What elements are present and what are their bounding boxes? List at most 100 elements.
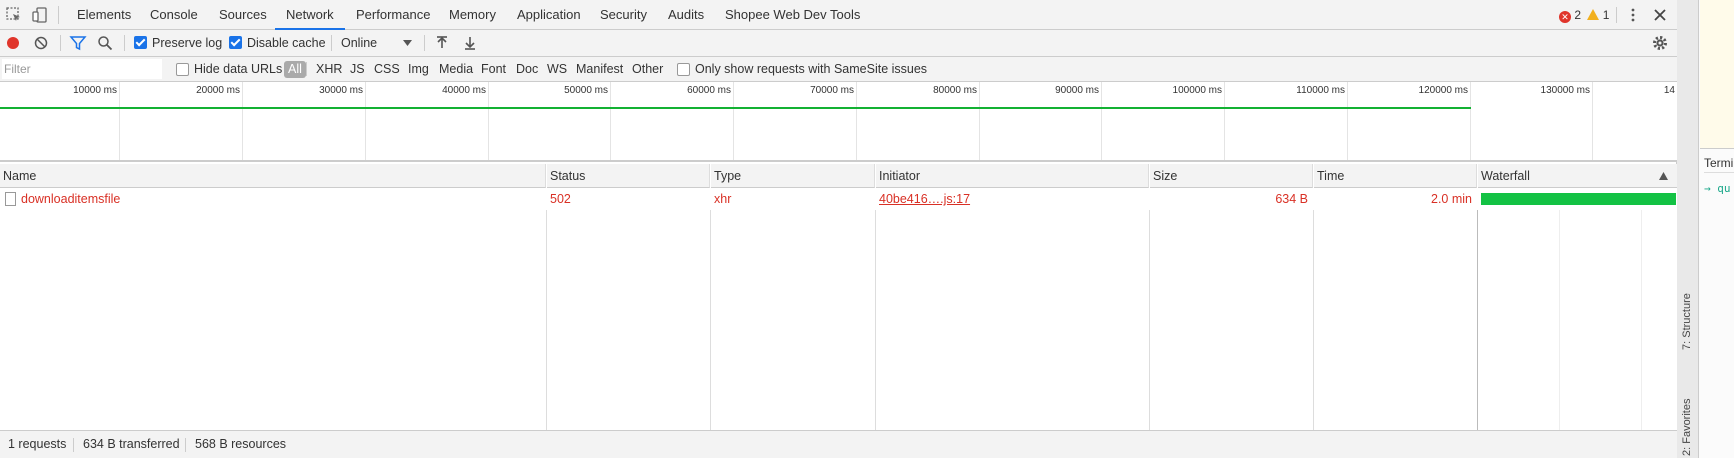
grid-line [365, 82, 366, 160]
tab-console[interactable]: Console [150, 0, 198, 30]
samesite-label[interactable]: Only show requests with SameSite issues [695, 57, 927, 81]
column-header-size[interactable]: Size [1150, 164, 1313, 188]
request-name[interactable]: downloaditemsfile [21, 188, 541, 210]
disable-cache-label[interactable]: Disable cache [247, 30, 326, 56]
inspect-element-icon[interactable] [5, 6, 23, 24]
request-time: 2.0 min [1431, 192, 1472, 206]
preserve-log-checkbox[interactable] [134, 36, 147, 49]
network-overview[interactable]: 10000 ms 20000 ms 30000 ms 40000 ms 5000… [0, 82, 1677, 162]
network-status-bar: 1 requests 634 B transferred 568 B resou… [0, 430, 1677, 458]
search-icon[interactable] [96, 34, 114, 52]
tab-memory[interactable]: Memory [449, 0, 496, 30]
dropdown-arrow-icon [403, 40, 412, 46]
tick-label: 120000 ms [1418, 85, 1468, 96]
grid-line [610, 82, 611, 160]
request-size: 634 B [1275, 192, 1308, 206]
terminal-prompt: → qu [1704, 182, 1731, 195]
divider [1700, 148, 1734, 149]
tick-label: 14 [1663, 85, 1675, 96]
filter-type-js[interactable]: JS [350, 57, 365, 81]
throttle-value: Online [341, 36, 378, 50]
divider [73, 438, 74, 452]
waterfall-bar[interactable] [1481, 193, 1676, 205]
grid-line [856, 82, 857, 160]
tab-performance[interactable]: Performance [356, 0, 430, 30]
filter-icon[interactable] [69, 34, 87, 52]
filter-type-other[interactable]: Other [632, 57, 663, 81]
throttle-select[interactable]: Online [340, 30, 418, 56]
editor-area [1700, 0, 1734, 148]
waterfall-grid-line [1641, 188, 1642, 430]
clear-icon[interactable] [32, 34, 50, 52]
favorites-tool-tab[interactable]: 2: Favorites [1681, 399, 1693, 456]
filter-type-img[interactable]: Img [408, 57, 429, 81]
tab-network[interactable]: Network [275, 0, 345, 30]
filter-input[interactable] [2, 59, 162, 79]
terminal-tab-label[interactable]: Termi [1704, 156, 1733, 170]
import-har-icon[interactable] [433, 34, 451, 52]
filter-type-all[interactable]: All [284, 61, 306, 78]
divider [185, 438, 186, 452]
tab-sources[interactable]: Sources [219, 0, 267, 30]
filter-type-css[interactable]: CSS [374, 57, 400, 81]
tick-label: 60000 ms [687, 85, 731, 96]
tick-label: 50000 ms [564, 85, 608, 96]
issues-counter[interactable]: ✕ 2 1 [1559, 8, 1609, 23]
tick-label: 30000 ms [319, 85, 363, 96]
disable-cache-checkbox[interactable] [229, 36, 242, 49]
divider [424, 35, 425, 51]
hide-data-urls-checkbox[interactable] [176, 63, 189, 76]
resources-size: 568 B resources [195, 437, 287, 451]
preserve-log-label[interactable]: Preserve log [152, 30, 222, 56]
export-har-icon[interactable] [461, 34, 479, 52]
sort-ascending-icon[interactable] [1659, 172, 1668, 180]
tick-label: 40000 ms [442, 85, 486, 96]
filter-type-ws[interactable]: WS [547, 57, 567, 81]
column-divider [546, 188, 547, 430]
tab-security[interactable]: Security [600, 0, 647, 30]
tick-label: 70000 ms [810, 85, 854, 96]
divider [60, 35, 61, 51]
filter-type-xhr[interactable]: XHR [316, 57, 342, 81]
record-icon[interactable] [4, 34, 22, 52]
column-header-waterfall[interactable]: Waterfall [1478, 164, 1677, 188]
tick-label: 110000 ms [1296, 85, 1345, 96]
column-divider [1477, 188, 1478, 430]
filter-type-manifest[interactable]: Manifest [576, 57, 623, 81]
devtools-tab-bar: Elements Console Sources Network Perform… [0, 0, 1677, 30]
divider [1616, 7, 1617, 23]
column-divider [875, 188, 876, 430]
tab-shopee-web-dev-tools[interactable]: Shopee Web Dev Tools [725, 0, 860, 30]
close-icon[interactable] [1651, 6, 1669, 24]
transferred-size: 634 B transferred [83, 437, 180, 451]
column-header-time[interactable]: Time [1314, 164, 1477, 188]
tab-elements[interactable]: Elements [77, 0, 131, 30]
request-count: 1 requests [8, 437, 67, 451]
device-toolbar-icon[interactable] [31, 6, 49, 24]
tool-window-strip: 7: Structure 2: Favorites [1677, 0, 1699, 458]
column-header-name[interactable]: Name [0, 164, 546, 188]
tick-label: 10000 ms [73, 85, 117, 96]
filter-type-font[interactable]: Font [481, 57, 506, 81]
tab-application[interactable]: Application [517, 0, 581, 30]
filter-type-media[interactable]: Media [439, 57, 473, 81]
filter-type-doc[interactable]: Doc [516, 57, 538, 81]
warning-icon [1587, 9, 1600, 20]
tick-label: 80000 ms [933, 85, 977, 96]
divider [124, 35, 125, 51]
request-initiator-link[interactable]: 40be416….js:17 [879, 188, 1145, 210]
column-header-initiator[interactable]: Initiator [876, 164, 1149, 188]
column-header-status[interactable]: Status [547, 164, 710, 188]
column-header-type[interactable]: Type [711, 164, 875, 188]
grid-line [1347, 82, 1348, 160]
settings-gear-icon[interactable] [1651, 34, 1669, 52]
overview-request-bar [0, 107, 1471, 109]
tick-label: 90000 ms [1055, 85, 1099, 96]
hide-data-urls-label[interactable]: Hide data URLs [194, 57, 282, 81]
samesite-checkbox[interactable] [677, 63, 690, 76]
tab-audits[interactable]: Audits [668, 0, 704, 30]
more-options-icon[interactable] [1624, 6, 1642, 24]
grid-line [119, 82, 120, 160]
table-row[interactable]: downloaditemsfile 502 xhr 40be416….js:17… [0, 188, 1677, 210]
structure-tool-tab[interactable]: 7: Structure [1681, 293, 1693, 350]
